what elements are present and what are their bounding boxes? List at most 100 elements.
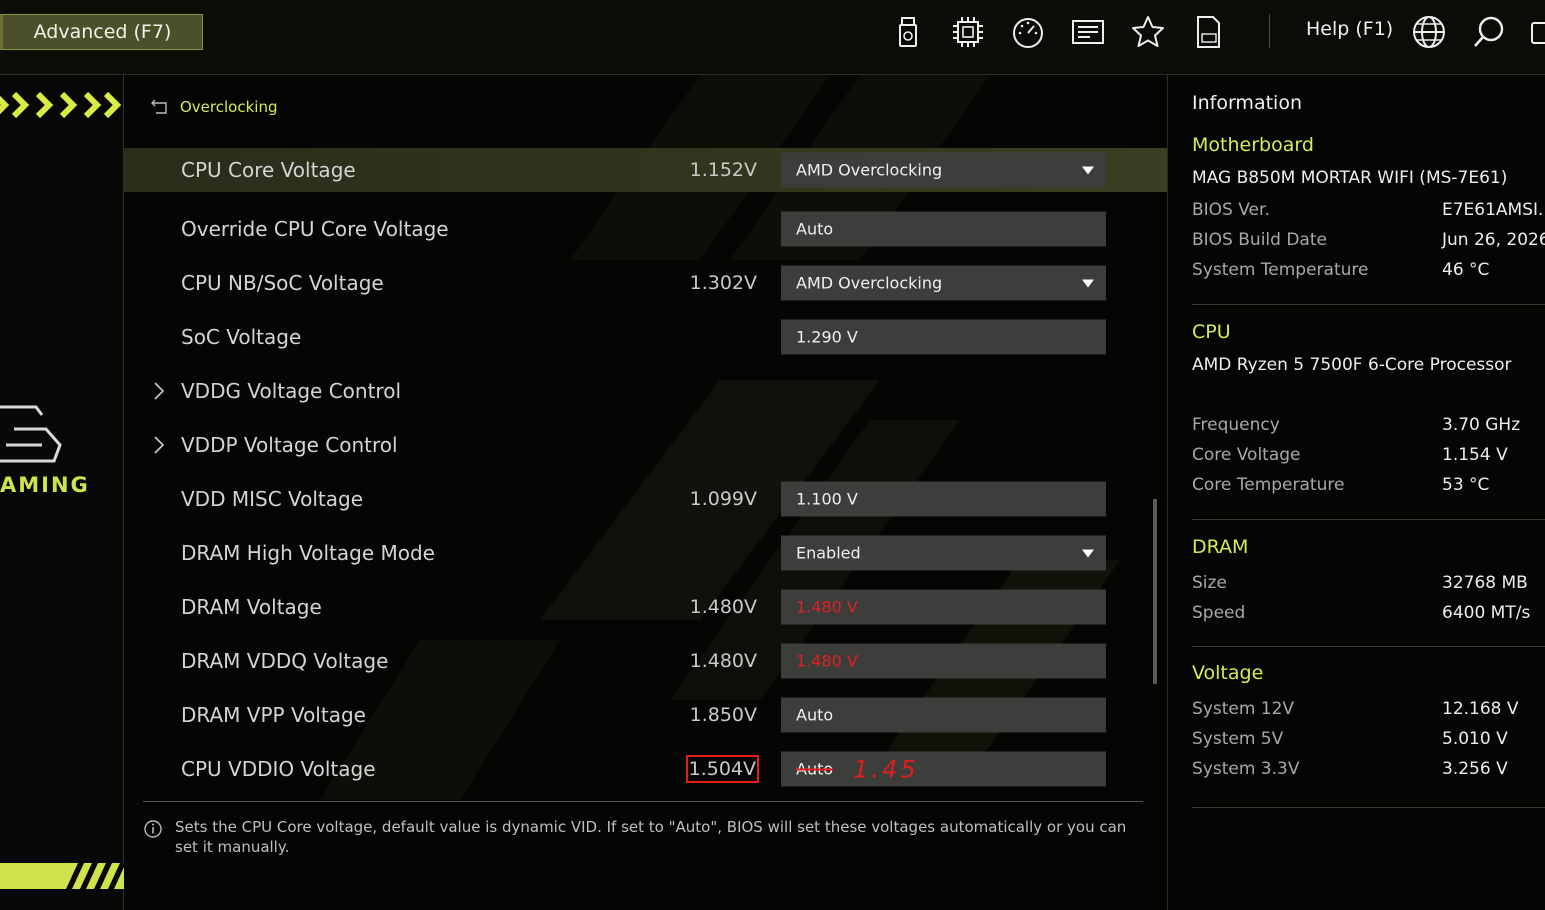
help-divider bbox=[143, 801, 1143, 802]
setting-row-dram-high-voltage-mode[interactable]: DRAM High Voltage Mode Enabled bbox=[124, 526, 1167, 580]
help-box: Sets the CPU Core voltage, default value… bbox=[143, 817, 1153, 857]
setting-dropdown[interactable]: AMD Overclocking bbox=[781, 152, 1106, 188]
bios-ver-value: E7E61AMSI.1 bbox=[1442, 200, 1545, 220]
setting-value-field[interactable]: 1.290 V bbox=[781, 319, 1106, 355]
system-12v-value: 12.168 V bbox=[1442, 699, 1519, 719]
system-3v3-value: 3.256 V bbox=[1442, 759, 1508, 779]
setting-row-dram-vddq-voltage[interactable]: DRAM VDDQ Voltage 1.480V 1.480 V bbox=[124, 634, 1167, 688]
dram-title: DRAM bbox=[1192, 536, 1249, 558]
dram-size-label: Size bbox=[1192, 573, 1227, 593]
setting-value: Enabled bbox=[796, 543, 861, 563]
setting-row-dram-voltage[interactable]: DRAM Voltage 1.480V 1.480 V bbox=[124, 580, 1167, 634]
screenshot-icon[interactable] bbox=[1525, 12, 1545, 52]
dropdown-caret-icon bbox=[1082, 166, 1094, 175]
hardware-monitor-icon[interactable] bbox=[1068, 12, 1108, 52]
setting-label: DRAM VDDQ Voltage bbox=[181, 649, 389, 673]
cpu-core-voltage-value: 1.154 V bbox=[1442, 445, 1508, 465]
chevron-arrows-icon bbox=[0, 91, 122, 119]
back-arrow-icon[interactable] bbox=[148, 99, 168, 115]
setting-row-cpu-vddio-voltage[interactable]: CPU VDDIO Voltage 1.504V Auto 1.45 bbox=[124, 742, 1167, 796]
setting-value: Auto bbox=[796, 705, 834, 725]
system-3v3-label: System 3.3V bbox=[1192, 759, 1300, 779]
advanced-mode-button[interactable]: Advanced (F7) bbox=[0, 14, 203, 50]
bios-date-label: BIOS Build Date bbox=[1192, 230, 1327, 250]
cpu-core-voltage-label: Core Voltage bbox=[1192, 445, 1301, 465]
submenu-row-vddg-voltage-control[interactable]: VDDG Voltage Control bbox=[124, 364, 1167, 418]
cpu-chip-icon[interactable] bbox=[948, 12, 988, 52]
setting-label: SoC Voltage bbox=[181, 325, 302, 349]
setting-label: CPU Core Voltage bbox=[181, 158, 356, 182]
breadcrumb-label: Overclocking bbox=[180, 98, 278, 116]
setting-value-field[interactable]: Auto 1.45 bbox=[781, 751, 1106, 787]
cpu-frequency-label: Frequency bbox=[1192, 415, 1280, 435]
current-reading: 1.850V bbox=[689, 704, 757, 726]
setting-row-cpu-core-voltage[interactable]: CPU Core Voltage 1.152V AMD Overclocking bbox=[124, 148, 1167, 192]
setting-row-cpu-nb-soc-voltage[interactable]: CPU NB/SoC Voltage 1.302V AMD Overclocki… bbox=[124, 256, 1167, 310]
language-globe-icon[interactable] bbox=[1409, 12, 1449, 52]
info-title: Information bbox=[1192, 92, 1302, 114]
top-bar: Advanced (F7) Help (F1) bbox=[0, 0, 1545, 75]
favorites-star-icon[interactable] bbox=[1128, 12, 1168, 52]
dropdown-caret-icon bbox=[1082, 279, 1094, 288]
setting-row-override-cpu-core-voltage[interactable]: Override CPU Core Voltage Auto bbox=[124, 202, 1167, 256]
setting-value-field[interactable]: 1.480 V bbox=[781, 643, 1106, 679]
search-icon[interactable] bbox=[1469, 12, 1509, 52]
setting-dropdown[interactable]: AMD Overclocking bbox=[781, 265, 1106, 301]
system-temp-label: System Temperature bbox=[1192, 260, 1369, 280]
usb-flash-icon[interactable] bbox=[888, 12, 928, 52]
voltage-title: Voltage bbox=[1192, 662, 1264, 684]
system-5v-label: System 5V bbox=[1192, 729, 1284, 749]
handwritten-annotation: 1.45 bbox=[853, 755, 919, 783]
system-12v-label: System 12V bbox=[1192, 699, 1295, 719]
cpu-core-temp-value: 53 °C bbox=[1442, 475, 1490, 495]
setting-value-field[interactable]: Auto bbox=[781, 211, 1106, 247]
dram-size-value: 32768 MB bbox=[1442, 573, 1528, 593]
info-circle-icon bbox=[144, 820, 162, 838]
setting-value-field[interactable]: Auto bbox=[781, 697, 1106, 733]
section-divider bbox=[1192, 304, 1545, 305]
breadcrumb[interactable]: Overclocking bbox=[148, 98, 277, 116]
setting-label: DRAM Voltage bbox=[181, 595, 322, 619]
setting-value-field[interactable]: 1.480 V bbox=[781, 589, 1106, 625]
brand-text: AMING bbox=[0, 473, 90, 497]
bios-date-value: Jun 26, 2026 bbox=[1442, 230, 1545, 250]
topbar-divider bbox=[1269, 14, 1270, 48]
setting-value: AMD Overclocking bbox=[796, 160, 943, 180]
setting-value: 1.100 V bbox=[796, 489, 858, 509]
setting-label: DRAM VPP Voltage bbox=[181, 703, 366, 727]
help-button[interactable]: Help (F1) bbox=[1306, 18, 1393, 40]
speedometer-icon[interactable] bbox=[1008, 12, 1048, 52]
setting-label: CPU VDDIO Voltage bbox=[181, 757, 376, 781]
log-file-icon[interactable] bbox=[1188, 12, 1228, 52]
system-5v-value: 5.010 V bbox=[1442, 729, 1508, 749]
setting-value: AMD Overclocking bbox=[796, 273, 943, 293]
current-reading: 1.480V bbox=[689, 596, 757, 618]
left-rail: AMING bbox=[0, 75, 124, 910]
current-reading: 1.302V bbox=[689, 272, 757, 294]
setting-row-vdd-misc-voltage[interactable]: VDD MISC Voltage 1.099V 1.100 V bbox=[124, 472, 1167, 526]
bios-ver-label: BIOS Ver. bbox=[1192, 200, 1270, 220]
section-divider bbox=[1192, 646, 1545, 647]
setting-dropdown[interactable]: Enabled bbox=[781, 535, 1106, 571]
scrollbar[interactable] bbox=[1153, 499, 1157, 684]
setting-row-dram-vpp-voltage[interactable]: DRAM VPP Voltage 1.850V Auto bbox=[124, 688, 1167, 742]
submenu-row-vddp-voltage-control[interactable]: VDDP Voltage Control bbox=[124, 418, 1167, 472]
chevron-right-icon bbox=[154, 382, 165, 400]
setting-value-field[interactable]: 1.100 V bbox=[781, 481, 1106, 517]
setting-label: VDDP Voltage Control bbox=[181, 433, 398, 457]
setting-value: Auto bbox=[796, 219, 834, 239]
system-temp-value: 46 °C bbox=[1442, 260, 1490, 280]
motherboard-model: MAG B850M MORTAR WIFI (MS-7E61) bbox=[1192, 168, 1508, 188]
setting-row-soc-voltage[interactable]: SoC Voltage 1.290 V bbox=[124, 310, 1167, 364]
information-panel: Information Motherboard MAG B850M MORTAR… bbox=[1167, 75, 1545, 910]
setting-value: 1.480 V bbox=[796, 651, 858, 671]
section-divider bbox=[1192, 807, 1545, 808]
gaming-logo-icon bbox=[0, 405, 62, 463]
cpu-frequency-value: 3.70 GHz bbox=[1442, 415, 1521, 435]
hazard-stripes bbox=[0, 863, 124, 889]
setting-label: Override CPU Core Voltage bbox=[181, 217, 449, 241]
dram-speed-value: 6400 MT/s bbox=[1442, 603, 1531, 623]
settings-panel: Overclocking CPU Core Voltage 1.152V AMD… bbox=[124, 75, 1167, 910]
settings-list: CPU Core Voltage 1.152V AMD Overclocking… bbox=[124, 148, 1167, 796]
cpu-core-temp-label: Core Temperature bbox=[1192, 475, 1345, 495]
